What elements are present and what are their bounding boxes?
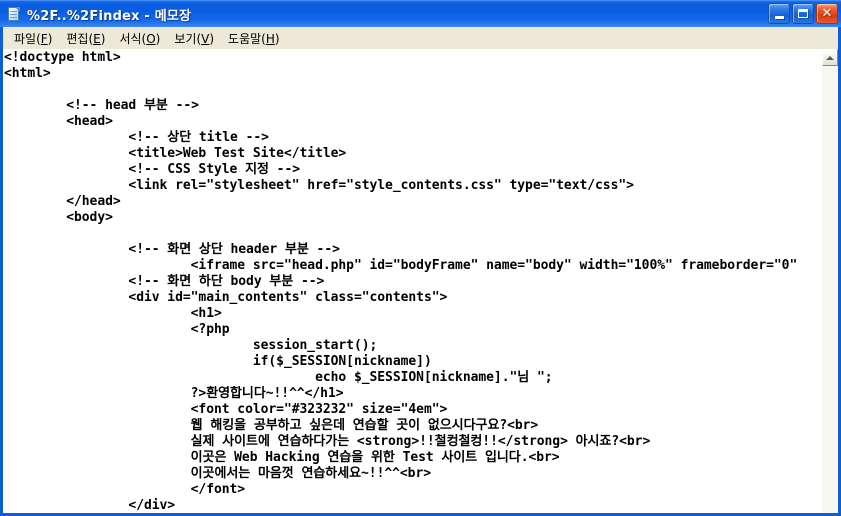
editor-line: <!doctype html> (4, 50, 121, 65)
menu-item-file[interactable]: 파일(F) (7, 28, 59, 49)
editor-line: <!-- head 부분 --> (4, 98, 199, 113)
menu-item-help[interactable]: 도움말(H) (221, 28, 287, 49)
editor-content[interactable]: <!doctype html> <html> <!-- head 부분 --> <… (4, 50, 821, 513)
editor-line: <!-- 상단 title --> (4, 130, 269, 145)
menu-item-file-accel: F (40, 31, 48, 46)
maximize-button[interactable] (792, 3, 814, 24)
window-controls: ✕ (768, 3, 838, 24)
menu-item-file-label: 파일 (14, 31, 37, 46)
menu-item-edit-label: 편집 (66, 31, 89, 46)
editor-line: <h1> (4, 306, 222, 321)
menu-item-edit[interactable]: 편집(E) (59, 28, 112, 49)
editor-line: <!-- 화면 상단 header 부분 --> (4, 242, 340, 257)
menu-item-view[interactable]: 보기(V) (167, 28, 221, 49)
vertical-scrollbar[interactable] (821, 49, 838, 513)
scrollbar-track[interactable] (822, 66, 838, 513)
editor-line: 이곳에서는 마음껏 연습하세요~!!^^<br> (4, 466, 432, 481)
editor-line: 실제 사이트에 연습하다가는 <strong>!!철컹철컹!!</strong>… (4, 434, 651, 449)
editor-line: <?php (4, 322, 230, 337)
notepad-document-icon (6, 6, 22, 22)
close-icon: ✕ (821, 5, 833, 21)
editor-line: <!-- CSS Style 지정 --> (4, 162, 301, 177)
editor-line: <head> (4, 114, 113, 129)
editor-line: <iframe src="head.php" id="bodyFrame" na… (4, 258, 798, 273)
editor-line: </div> (4, 498, 176, 513)
editor-line: <font color="#323232" size="4em"> (4, 402, 448, 417)
editor-line: if($_SESSION[nickname]) (4, 354, 432, 369)
editor-line: </head> (4, 194, 121, 209)
editor-line: <link rel="stylesheet" href="style_conte… (4, 178, 634, 193)
editor-line: </font> (4, 482, 246, 497)
editor-line: ?>환영합니다~!!^^</h1> (4, 386, 344, 401)
menu-item-format-accel: O (146, 31, 156, 46)
editor-line: echo $_SESSION[nickname]."님 "; (4, 370, 553, 385)
scroll-up-button[interactable] (822, 49, 838, 66)
editor-line: <!-- 화면 하단 body 부분 --> (4, 274, 325, 289)
title-bar[interactable]: %2F..%2Findex - 메모장 ✕ (0, 0, 841, 27)
editor-line: <body> (4, 210, 113, 225)
menu-item-format[interactable]: 서식(O) (112, 28, 167, 49)
minimize-icon (774, 15, 784, 19)
maximize-icon (798, 9, 808, 18)
text-editor[interactable]: <!doctype html> <html> <!-- head 부분 --> <… (3, 49, 821, 513)
menu-item-help-label: 도움말 (228, 31, 262, 46)
editor-line: <div id="main_contents" class="contents"… (4, 290, 448, 305)
close-button[interactable]: ✕ (816, 3, 838, 24)
client-area: <!doctype html> <html> <!-- head 부분 --> <… (0, 49, 841, 516)
editor-line: 웹 해킹을 공부하고 싶은데 연습할 곳이 없으시다구요?<br> (4, 418, 539, 433)
menu-item-edit-accel: E (93, 31, 101, 46)
editor-line: 이곳은 Web Hacking 연습을 위한 Test 사이트 입니다.<br> (4, 450, 560, 465)
menu-item-help-accel: H (265, 31, 275, 46)
menu-bar: 파일(F) 편집(E) 서식(O) 보기(V) 도움말(H) (0, 27, 841, 49)
menu-item-format-label: 서식 (119, 31, 142, 46)
notepad-window: %2F..%2Findex - 메모장 ✕ 파일(F) 편집(E) 서식(O) … (0, 0, 841, 516)
minimize-button[interactable] (768, 3, 790, 24)
window-title: %2F..%2Findex - 메모장 (27, 8, 192, 24)
scroll-up-arrow-icon (826, 55, 834, 60)
editor-line: <title>Web Test Site</title> (4, 146, 347, 161)
menu-item-view-accel: V (201, 31, 210, 46)
menu-item-view-label: 보기 (174, 31, 197, 46)
editor-line: <html> (4, 66, 51, 81)
editor-line: session_start(); (4, 338, 378, 353)
